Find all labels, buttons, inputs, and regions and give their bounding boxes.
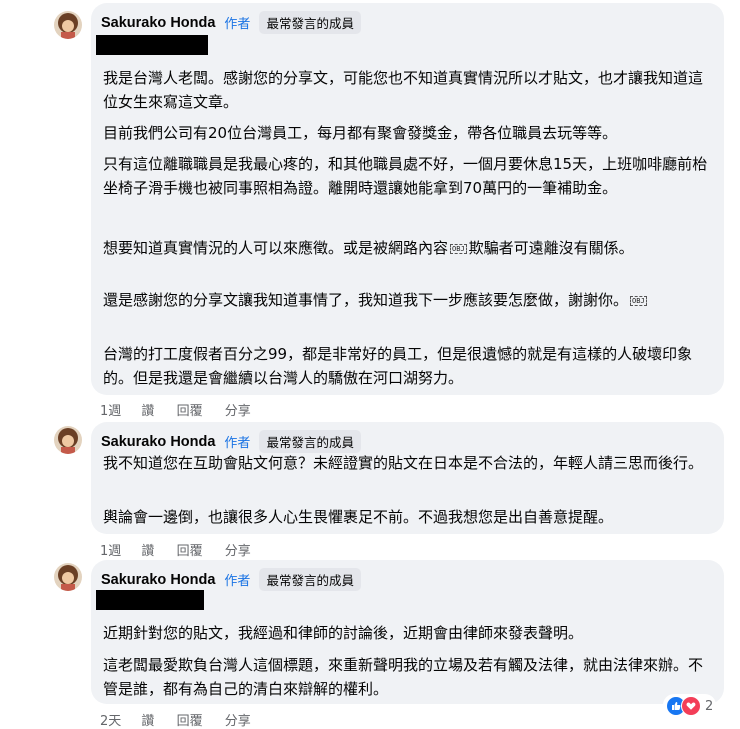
comment-text: 只有這位離職職員是我最心疼的，和其他職員處不好，一個月要休息15天，上班咖啡廳前…	[103, 155, 708, 197]
reply-button[interactable]: 回覆	[177, 714, 203, 729]
comment-text: 這老闆最愛欺負台灣人這個標題，來重新聲明我的立場及若有觸及法律，就由法律來辦。不…	[103, 656, 704, 698]
avatar-icon	[54, 11, 82, 39]
reply-button[interactable]: 回覆	[177, 404, 203, 419]
comment-actions: 2天 讚 回覆 分享	[100, 710, 269, 729]
comment-text: 我不知道您在互助會貼文何意？未經證實的貼文在日本是不合法的，年輕人請三思而後行。	[103, 454, 704, 472]
comment-text: 台灣的打工度假者百分之99，都是非常好的員工，但是很遺憾的就是有這樣的人破壞印象…	[103, 345, 693, 387]
reaction-summary[interactable]: 2	[663, 694, 717, 718]
avatar-icon	[54, 563, 82, 591]
comment-header: Sakurako Honda 作者 最常發言的成員	[101, 430, 361, 453]
redacted-block	[96, 35, 208, 55]
author-label[interactable]: 作者	[224, 570, 250, 589]
avatar-icon	[54, 426, 82, 454]
comment-text: 近期針對您的貼文，我經過和律師的討論後，近期會由律師來發表聲明。	[103, 624, 584, 642]
like-button[interactable]: 讚	[141, 714, 154, 729]
timestamp[interactable]: 1週	[100, 404, 121, 419]
text-segment: 還是感謝您的分享文讓我知道事情了，我知道我下一步應該要怎麼做，謝謝你。	[103, 291, 629, 309]
comment-bubble: Sakurako Honda 作者 最常發言的成員 我是台灣人老闆。感謝您的分享…	[91, 3, 724, 395]
comment-bubble: Sakurako Honda 作者 最常發言的成員 近期針對您的貼文，我經過和律…	[91, 560, 724, 704]
author-name[interactable]: Sakurako Honda	[101, 434, 215, 450]
like-button[interactable]: 讚	[141, 544, 154, 559]
object-placeholder-icon: OBJ	[450, 244, 467, 254]
comment-header: Sakurako Honda 作者 最常發言的成員	[101, 11, 361, 34]
share-button[interactable]: 分享	[225, 544, 251, 559]
comment-text: 輿論會一邊倒，也讓很多人心生畏懼裹足不前。不過我想您是出自善意提醒。	[103, 508, 614, 526]
comment-text: 還是感謝您的分享文讓我知道事情了，我知道我下一步應該要怎麼做，謝謝你。 OBJ	[103, 288, 713, 312]
comment-text: 我是台灣人老闆。感謝您的分享文，可能您也不知道真實情況所以才貼文，也才讓我知道這…	[103, 69, 704, 111]
share-button[interactable]: 分享	[225, 714, 251, 729]
comment-text: 想要知道真實情況的人可以來應徵。或是被網路內容 OBJ 欺騙者可遠離沒有關係。	[103, 236, 713, 260]
text-segment: 欺騙者可遠離沒有關係。	[468, 239, 634, 257]
avatar[interactable]	[54, 11, 82, 39]
like-button[interactable]: 讚	[141, 404, 154, 419]
object-placeholder-icon: OBJ	[630, 296, 647, 306]
love-reaction-icon	[681, 696, 701, 716]
top-contributor-badge[interactable]: 最常發言的成員	[259, 430, 361, 453]
comment-bubble: Sakurako Honda 作者 最常發言的成員 我不知道您在互助會貼文何意？…	[91, 422, 724, 534]
comment-actions: 1週 讚 回覆 分享	[100, 400, 269, 419]
avatar[interactable]	[54, 426, 82, 454]
timestamp[interactable]: 1週	[100, 544, 121, 559]
author-label[interactable]: 作者	[224, 13, 250, 32]
avatar[interactable]	[54, 563, 82, 591]
timestamp[interactable]: 2天	[100, 714, 121, 729]
top-contributor-badge[interactable]: 最常發言的成員	[259, 568, 361, 591]
author-name[interactable]: Sakurako Honda	[101, 572, 215, 588]
top-contributor-badge[interactable]: 最常發言的成員	[259, 11, 361, 34]
comment-text: 目前我們公司有20位台灣員工，每月都有聚會發獎金，帶各位職員去玩等等。	[103, 124, 618, 142]
author-name[interactable]: Sakurako Honda	[101, 15, 215, 31]
text-segment: 想要知道真實情況的人可以來應徵。或是被網路內容	[103, 239, 449, 257]
comment-actions: 1週 讚 回覆 分享	[100, 540, 269, 559]
share-button[interactable]: 分享	[225, 404, 251, 419]
redacted-block	[96, 590, 204, 610]
author-label[interactable]: 作者	[224, 432, 250, 451]
comment-header: Sakurako Honda 作者 最常發言的成員	[101, 568, 361, 591]
reply-button[interactable]: 回覆	[177, 544, 203, 559]
reaction-count: 2	[705, 698, 714, 714]
